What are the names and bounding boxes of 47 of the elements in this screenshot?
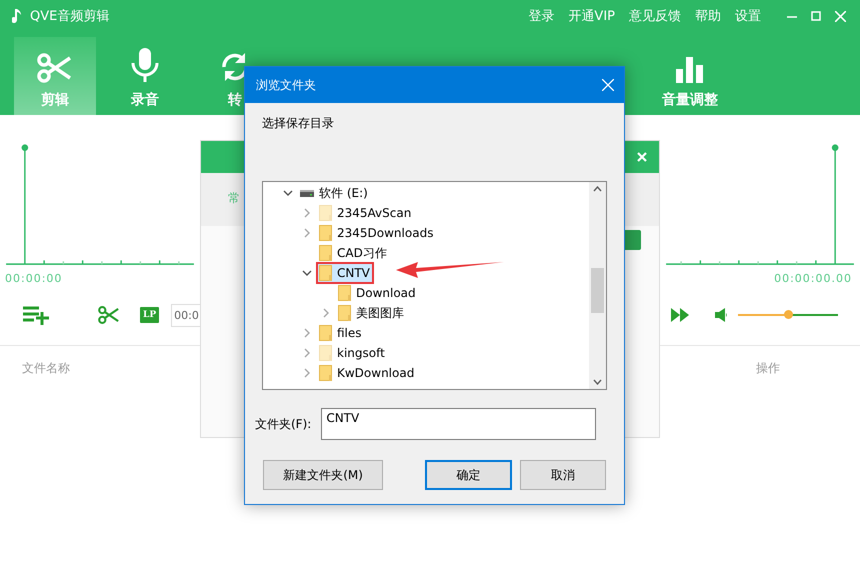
scrollbar[interactable] — [589, 182, 606, 389]
chevron-right-icon[interactable] — [302, 208, 312, 218]
folder-item[interactable]: files — [317, 323, 365, 343]
folder-item[interactable]: CAD习作 — [317, 243, 390, 263]
folder-item[interactable]: 2345AvScan — [317, 203, 414, 223]
folder-item[interactable]: Download — [336, 283, 419, 303]
add-to-list-icon[interactable] — [22, 305, 50, 325]
app-title: QVE音频剪辑 — [30, 8, 110, 25]
chevron-right-icon[interactable] — [302, 328, 312, 338]
dialog-title: 浏览文件夹 — [256, 76, 316, 94]
dialog-button[interactable]: 确定 — [425, 460, 512, 490]
folder-item[interactable]: 软件 (E:) — [298, 183, 371, 203]
chevron-down-icon[interactable] — [302, 270, 312, 276]
start-time: 00:00:00 — [5, 272, 64, 285]
fast-forward-icon[interactable] — [671, 308, 689, 322]
folder-item[interactable]: 2345Downloads — [317, 223, 436, 243]
music-note-icon — [12, 8, 22, 24]
close-icon[interactable] — [602, 79, 614, 91]
end-time: 00:00:00.00 — [774, 272, 852, 285]
folder-item[interactable]: CNTV — [317, 263, 373, 283]
scissors-icon — [37, 53, 73, 83]
close-icon[interactable] — [637, 152, 647, 162]
chevron-down-icon[interactable] — [283, 190, 293, 196]
dialog-prompt: 选择保存目录 — [262, 116, 334, 130]
chevron-right-icon[interactable] — [302, 368, 312, 378]
folder-item[interactable]: kingsoft — [317, 343, 388, 363]
chevron-right-icon[interactable] — [302, 348, 312, 358]
chevron-right-icon[interactable] — [302, 228, 312, 238]
speaker-icon[interactable] — [715, 308, 728, 322]
dialog-button[interactable]: 取消 — [520, 460, 606, 490]
scroll-down-icon[interactable] — [593, 379, 602, 385]
cut-icon — [98, 305, 120, 325]
volume-thumb[interactable] — [784, 310, 793, 319]
folder-item[interactable]: 美图图库 — [336, 303, 407, 323]
column-header: 文件名称 — [22, 360, 70, 377]
close-icon[interactable] — [835, 10, 846, 22]
microphone-icon — [130, 47, 160, 83]
chevron-right-icon[interactable] — [321, 308, 331, 318]
scroll-up-icon[interactable] — [593, 186, 602, 192]
maximize-icon[interactable] — [811, 11, 821, 21]
dialog-button[interactable]: 新建文件夹(M) — [263, 460, 384, 490]
scroll-thumb[interactable] — [591, 268, 604, 313]
bar-chart-icon — [676, 57, 704, 83]
folder-item[interactable]: KwDownload — [317, 363, 418, 383]
field-label: 文件夹(F): — [255, 416, 312, 432]
folder-name-field[interactable]: CNTV — [321, 408, 596, 440]
column-header: 操作 — [756, 360, 780, 377]
